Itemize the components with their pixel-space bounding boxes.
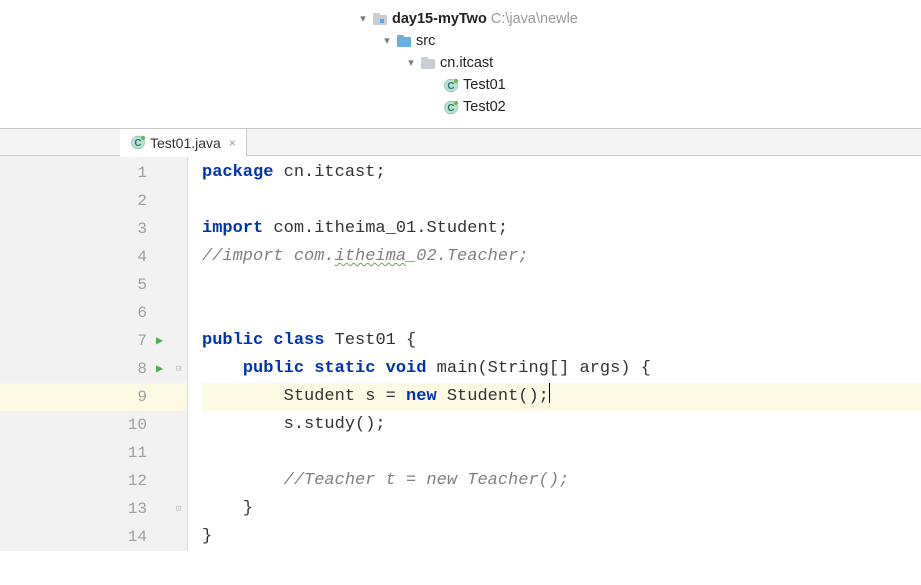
class-icon: C	[443, 100, 459, 114]
line-number: 4	[0, 243, 187, 271]
fold-open-icon[interactable]: ⊟	[176, 355, 181, 383]
editor-tab-bar: C Test01.java ×	[0, 128, 921, 156]
line-number: 9	[0, 383, 187, 411]
editor-tab[interactable]: C Test01.java ×	[120, 129, 247, 157]
line-number: 12	[0, 467, 187, 495]
code-line[interactable]: //Teacher t = new Teacher();	[202, 467, 921, 495]
class-label: Test01	[463, 74, 506, 96]
code-line[interactable]: s.study();	[202, 411, 921, 439]
run-icon[interactable]: ▶	[156, 355, 163, 383]
tree-node-package[interactable]: ▾ cn.itcast	[0, 52, 921, 74]
class-label: Test02	[463, 96, 506, 118]
code-line[interactable]: package cn.itcast;	[202, 159, 921, 187]
line-number: 11	[0, 439, 187, 467]
code-line[interactable]	[202, 299, 921, 327]
code-line[interactable]: public class Test01 {	[202, 327, 921, 355]
chevron-down-icon[interactable]: ▾	[380, 30, 394, 52]
tree-node-class[interactable]: C Test01	[0, 74, 921, 96]
chevron-down-icon[interactable]: ▾	[404, 52, 418, 74]
tree-node-class[interactable]: C Test02	[0, 96, 921, 118]
line-number: 7▶	[0, 327, 187, 355]
code-line[interactable]: //import com.itheima_02.Teacher;	[202, 243, 921, 271]
code-editor[interactable]: 1 2 3 4 5 6 7▶ 8▶⊟ 9 10 11 12 13⊡ 14 pac…	[0, 156, 921, 551]
package-icon	[420, 56, 436, 70]
code-line[interactable]: }	[202, 495, 921, 523]
source-folder-icon	[396, 34, 412, 48]
package-label: cn.itcast	[440, 52, 493, 74]
code-line[interactable]: Student s = new Student();	[202, 383, 921, 411]
code-line[interactable]: public static void main(String[] args) {	[202, 355, 921, 383]
gutter: 1 2 3 4 5 6 7▶ 8▶⊟ 9 10 11 12 13⊡ 14	[0, 156, 188, 551]
line-number: 2	[0, 187, 187, 215]
project-tree: ▾ day15-myTwo C:\java\newle ▾ src ▾ cn.i…	[0, 0, 921, 128]
line-number: 3	[0, 215, 187, 243]
tab-title: Test01.java	[150, 135, 221, 151]
code-line[interactable]: import com.itheima_01.Student;	[202, 215, 921, 243]
code-area[interactable]: package cn.itcast; import com.itheima_01…	[188, 156, 921, 551]
svg-text:C: C	[447, 81, 454, 92]
line-number: 6	[0, 299, 187, 327]
run-icon[interactable]: ▶	[156, 327, 163, 355]
code-line[interactable]: }	[202, 523, 921, 551]
code-line[interactable]	[202, 271, 921, 299]
line-number: 10	[0, 411, 187, 439]
tree-node-project[interactable]: ▾ day15-myTwo C:\java\newle	[0, 8, 921, 30]
project-name: day15-myTwo	[392, 8, 487, 30]
line-number: 8▶⊟	[0, 355, 187, 383]
chevron-down-icon[interactable]: ▾	[356, 8, 370, 30]
project-path: C:\java\newle	[491, 8, 578, 30]
line-number: 5	[0, 271, 187, 299]
class-icon: C	[443, 78, 459, 92]
line-number: 1	[0, 159, 187, 187]
text-caret	[549, 383, 550, 403]
tree-node-src[interactable]: ▾ src	[0, 30, 921, 52]
src-label: src	[416, 30, 435, 52]
module-icon	[372, 12, 388, 26]
fold-close-icon[interactable]: ⊡	[176, 495, 181, 523]
svg-text:C: C	[134, 138, 141, 149]
class-icon: C	[130, 136, 146, 150]
svg-text:C: C	[447, 103, 454, 114]
code-line[interactable]	[202, 187, 921, 215]
line-number: 14	[0, 523, 187, 551]
line-number: 13⊡	[0, 495, 187, 523]
code-line[interactable]	[202, 439, 921, 467]
close-icon[interactable]: ×	[229, 136, 236, 150]
